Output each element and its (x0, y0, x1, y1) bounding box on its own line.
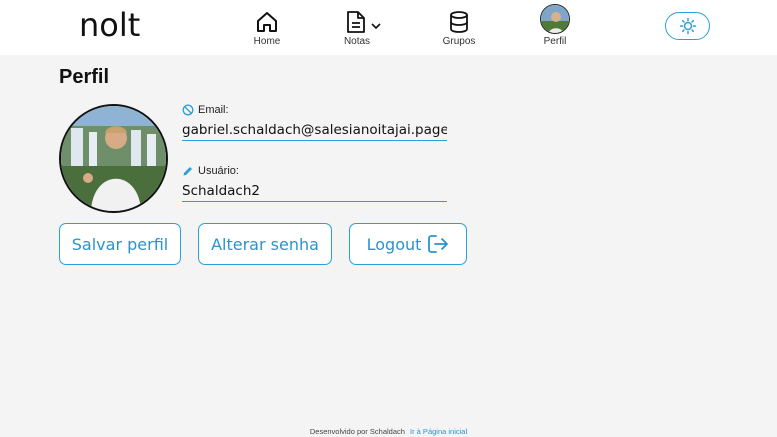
nav-item-home[interactable]: Home (232, 6, 302, 47)
logout-button[interactable]: Logout (349, 223, 467, 265)
profile-avatar[interactable] (59, 104, 168, 213)
change-password-label: Alterar senha (211, 234, 319, 254)
footer: Desenvolvido por Schaldach Ir à Página i… (0, 427, 777, 436)
logout-label: Logout (366, 234, 422, 254)
home-icon (257, 12, 277, 32)
nav-label-home: Home (253, 36, 281, 47)
nav-label-grupos: Grupos (442, 36, 476, 47)
nav-item-grupos[interactable]: Grupos (424, 6, 494, 47)
pencil-icon (183, 167, 192, 176)
username-field[interactable] (182, 180, 447, 202)
nav-label-perfil: Perfil (543, 36, 567, 47)
change-password-button[interactable]: Alterar senha (198, 223, 332, 265)
save-profile-button[interactable]: Salvar perfil (59, 223, 181, 265)
top-navbar: nolt Home Notas Grupos Perfil (0, 0, 777, 55)
chevron-down-icon (370, 23, 381, 30)
page-title: Perfil (59, 66, 110, 88)
email-label: Email: (198, 104, 229, 116)
nav-item-perfil[interactable]: Perfil (520, 4, 590, 47)
email-field-group: Email: (182, 104, 447, 141)
disabled-icon (182, 104, 194, 116)
footer-home-link[interactable]: Ir à Página inicial (410, 427, 467, 436)
nav-item-notas[interactable]: Notas (328, 6, 398, 47)
sun-icon (679, 17, 696, 35)
avatar (540, 4, 570, 34)
document-icon (346, 11, 365, 33)
username-label: Usuário: (198, 165, 239, 177)
footer-credit: Desenvolvido por Schaldach (309, 427, 405, 436)
database-icon (450, 11, 468, 33)
email-field[interactable] (182, 119, 447, 141)
theme-toggle-button[interactable] (665, 12, 710, 40)
username-field-group: Usuário: (182, 165, 447, 202)
save-profile-label: Salvar perfil (71, 234, 169, 254)
logout-icon (428, 235, 449, 253)
app-logo[interactable]: nolt (79, 5, 140, 45)
nav-label-notas: Notas (343, 36, 371, 47)
